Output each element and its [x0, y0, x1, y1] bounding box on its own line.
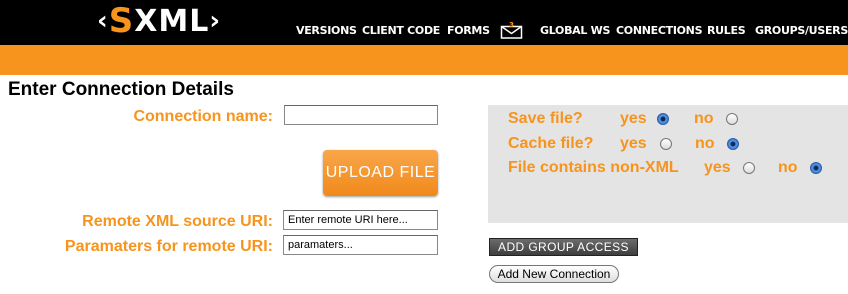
non-xml-yes-label: yes	[704, 159, 731, 176]
save-file-yes-radio[interactable]	[657, 113, 669, 125]
nav-client-code[interactable]: CLIENT CODE	[362, 24, 440, 40]
nav-forms[interactable]: FORMS	[447, 24, 490, 40]
nav-rules[interactable]: RULES	[707, 24, 746, 40]
mail-icon[interactable]: 3	[500, 21, 523, 39]
save-file-no-radio[interactable]	[726, 113, 738, 125]
sxml-logo[interactable]: ‹ S XML ›	[97, 1, 222, 41]
cache-file-no-radio[interactable]	[727, 138, 739, 150]
mail-badge: 3	[509, 21, 514, 29]
logo-left-bracket: ‹	[97, 6, 109, 36]
orange-band	[0, 45, 848, 75]
add-new-connection-button[interactable]: Add New Connection	[489, 265, 619, 283]
non-xml-no-label: no	[778, 159, 798, 176]
remote-params-label: Paramaters for remote URI:	[64, 238, 273, 255]
cache-file-yes-label: yes	[620, 135, 647, 152]
remote-uri-label: Remote XML source URI:	[82, 213, 273, 230]
save-file-no-label: no	[694, 110, 714, 127]
non-xml-no-radio[interactable]	[810, 162, 822, 174]
connection-name-label: Connection name:	[133, 108, 273, 125]
top-nav-bar: ‹ S XML › VERSIONS CLIENT CODE FORMS 3 G…	[0, 0, 848, 45]
nav-global-ws[interactable]: GLOBAL WS	[540, 24, 610, 40]
save-file-label: Save file?	[508, 110, 583, 127]
add-group-access-button[interactable]: ADD GROUP ACCESS	[489, 238, 638, 256]
cache-file-label: Cache file?	[508, 135, 594, 152]
connection-name-input[interactable]	[284, 105, 438, 125]
cache-file-no-label: no	[695, 135, 715, 152]
non-xml-label: File contains non-XML	[508, 159, 679, 176]
remote-params-input[interactable]	[283, 235, 438, 255]
logo-s: S	[108, 1, 135, 41]
logo-right-bracket: ›	[209, 6, 222, 36]
non-xml-yes-radio[interactable]	[743, 162, 755, 174]
upload-file-button[interactable]: UPLOAD FILE	[323, 150, 438, 196]
nav-groups-users[interactable]: GROUPS/USERS	[755, 24, 848, 40]
remote-uri-input[interactable]	[283, 210, 438, 230]
logo-text: XML	[134, 3, 210, 39]
nav-connections[interactable]: CONNECTIONS	[616, 24, 703, 40]
save-file-yes-label: yes	[620, 110, 647, 127]
cache-file-yes-radio[interactable]	[660, 138, 672, 150]
nav-versions[interactable]: VERSIONS	[296, 24, 357, 40]
page-title: Enter Connection Details	[8, 79, 234, 100]
